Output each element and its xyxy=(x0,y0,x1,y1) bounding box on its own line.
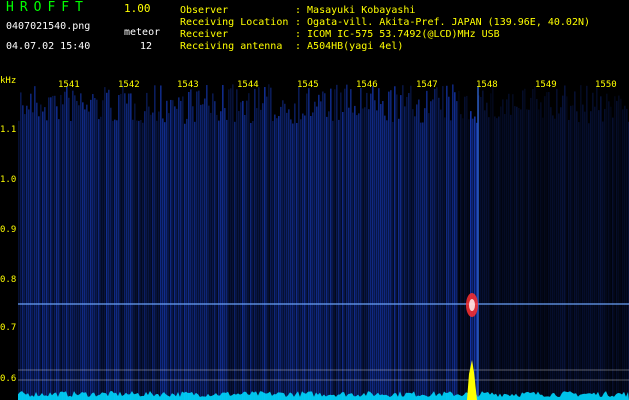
meteor-streak xyxy=(477,86,479,400)
y-tick-0-9: 0.9 xyxy=(0,225,17,235)
location-value: : Ogata-vill. Akita-Pref. JAPAN (139.96E… xyxy=(295,17,591,28)
x-tick-1541: 1541 xyxy=(58,80,80,90)
x-tick-1543: 1543 xyxy=(177,80,199,90)
x-tick-1545: 1545 xyxy=(297,80,319,90)
meteor-label: meteor xyxy=(124,27,161,38)
receiver-label: Receiver xyxy=(180,29,229,40)
noise-columns xyxy=(18,84,629,400)
header-panel: HROFFT 1.00 0407021540.png 04.07.02 15:4… xyxy=(0,0,629,74)
x-tick-1544: 1544 xyxy=(237,80,259,90)
filename: 0407021540.png xyxy=(6,21,91,32)
receiver-value: : ICOM IC-575 53.7492(@LCD)MHz USB xyxy=(295,29,500,40)
y-tick-0-6: 0.6 xyxy=(0,374,17,384)
spectrogram xyxy=(18,74,629,400)
meteor-echo-core xyxy=(469,299,475,311)
x-tick-1542: 1542 xyxy=(118,80,140,90)
antenna-label: Receiving antenna xyxy=(180,41,283,52)
y-tick-0-8: 0.8 xyxy=(0,275,17,285)
location-label: Receiving Location xyxy=(180,17,289,28)
x-tick-1550: 1550 xyxy=(595,80,617,90)
x-tick-1548: 1548 xyxy=(476,80,498,90)
observer-value: : Masayuki Kobayashi xyxy=(295,5,416,16)
y-axis-label: kHz xyxy=(0,76,17,86)
spectrogram-svg xyxy=(18,84,629,400)
y-tick-1-0: 1.0 xyxy=(0,175,17,185)
x-tick-1549: 1549 xyxy=(535,80,557,90)
app-version: 1.00 xyxy=(124,2,151,15)
y-tick-1-1: 1.1 xyxy=(0,125,17,135)
observer-label: Observer xyxy=(180,5,229,16)
y-tick-0-7: 0.7 xyxy=(0,323,17,333)
antenna-value: : A504HB(yagi 4el) xyxy=(295,41,404,52)
x-tick-1547: 1547 xyxy=(416,80,438,90)
app-title: HROFFT xyxy=(6,0,89,15)
meteor-count: 12 xyxy=(140,41,153,52)
x-tick-1546: 1546 xyxy=(356,80,378,90)
timestamp: 04.07.02 15:40 xyxy=(6,41,91,52)
